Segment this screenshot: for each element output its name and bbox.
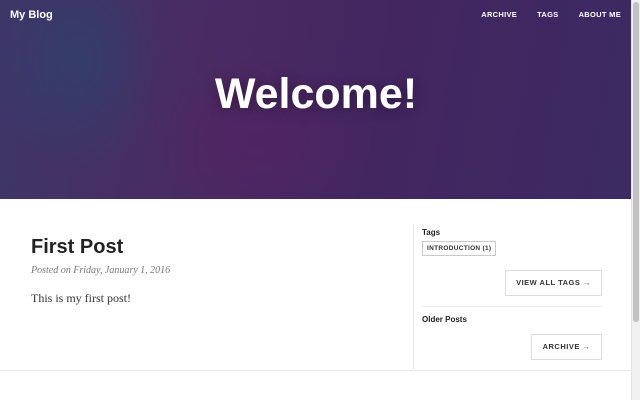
post-title-link[interactable]: First Post xyxy=(31,236,391,259)
sidebar: Tags INTRODUCTION (1) VIEW ALL TAGS → Ol… xyxy=(413,224,602,369)
tag-introduction[interactable]: INTRODUCTION (1) xyxy=(422,241,497,256)
hero-header: My Blog ARCHIVE TAGS ABOUT ME Welcome! xyxy=(0,0,632,199)
nav-archive-link[interactable]: ARCHIVE xyxy=(481,10,517,19)
page-scrollbar[interactable] xyxy=(631,0,640,400)
view-all-tags-button[interactable]: VIEW ALL TAGS → xyxy=(505,270,602,296)
tags-heading: Tags xyxy=(422,228,441,237)
older-posts-heading: Older Posts xyxy=(422,315,467,324)
nav-tags-link[interactable]: TAGS xyxy=(537,10,558,19)
sidebar-divider xyxy=(422,306,602,307)
post-excerpt: This is my first post! xyxy=(31,291,132,305)
scrollbar-thumb[interactable] xyxy=(633,2,639,322)
post-preview: First Post Posted on Friday, January 1, … xyxy=(31,236,391,306)
post-meta: Posted on Friday, January 1, 2016 xyxy=(31,265,171,276)
page-divider xyxy=(0,370,632,371)
nav-about-me-link[interactable]: ABOUT ME xyxy=(579,10,621,19)
brand-link[interactable]: My Blog xyxy=(10,9,53,21)
main-nav: ARCHIVE TAGS ABOUT ME xyxy=(461,10,621,19)
archive-button[interactable]: ARCHIVE → xyxy=(531,334,602,360)
hero-title: Welcome! xyxy=(214,70,418,118)
